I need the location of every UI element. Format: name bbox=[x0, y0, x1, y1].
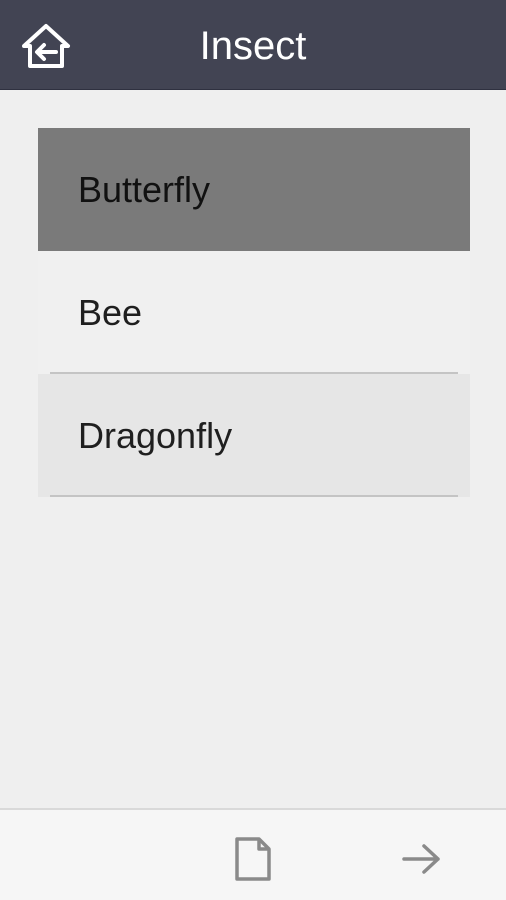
document-button[interactable] bbox=[228, 834, 278, 884]
app-header: Insect bbox=[0, 0, 506, 90]
bottom-toolbar bbox=[0, 808, 506, 900]
arrow-right-icon bbox=[402, 844, 440, 874]
list-item-label: Butterfly bbox=[78, 168, 211, 210]
list-item-label: Bee bbox=[78, 291, 143, 333]
next-button[interactable] bbox=[396, 834, 446, 884]
list-item-label: Dragonfly bbox=[78, 414, 233, 456]
page-title: Insect bbox=[199, 24, 307, 68]
list-item-bee[interactable]: Bee bbox=[38, 251, 470, 374]
list-item-dragonfly[interactable]: Dragonfly bbox=[38, 374, 470, 497]
list-item-butterfly[interactable]: Butterfly bbox=[38, 128, 470, 251]
document-icon bbox=[235, 837, 271, 881]
list-divider bbox=[50, 495, 458, 497]
insect-list: Butterfly Bee Dragonfly bbox=[38, 128, 470, 497]
